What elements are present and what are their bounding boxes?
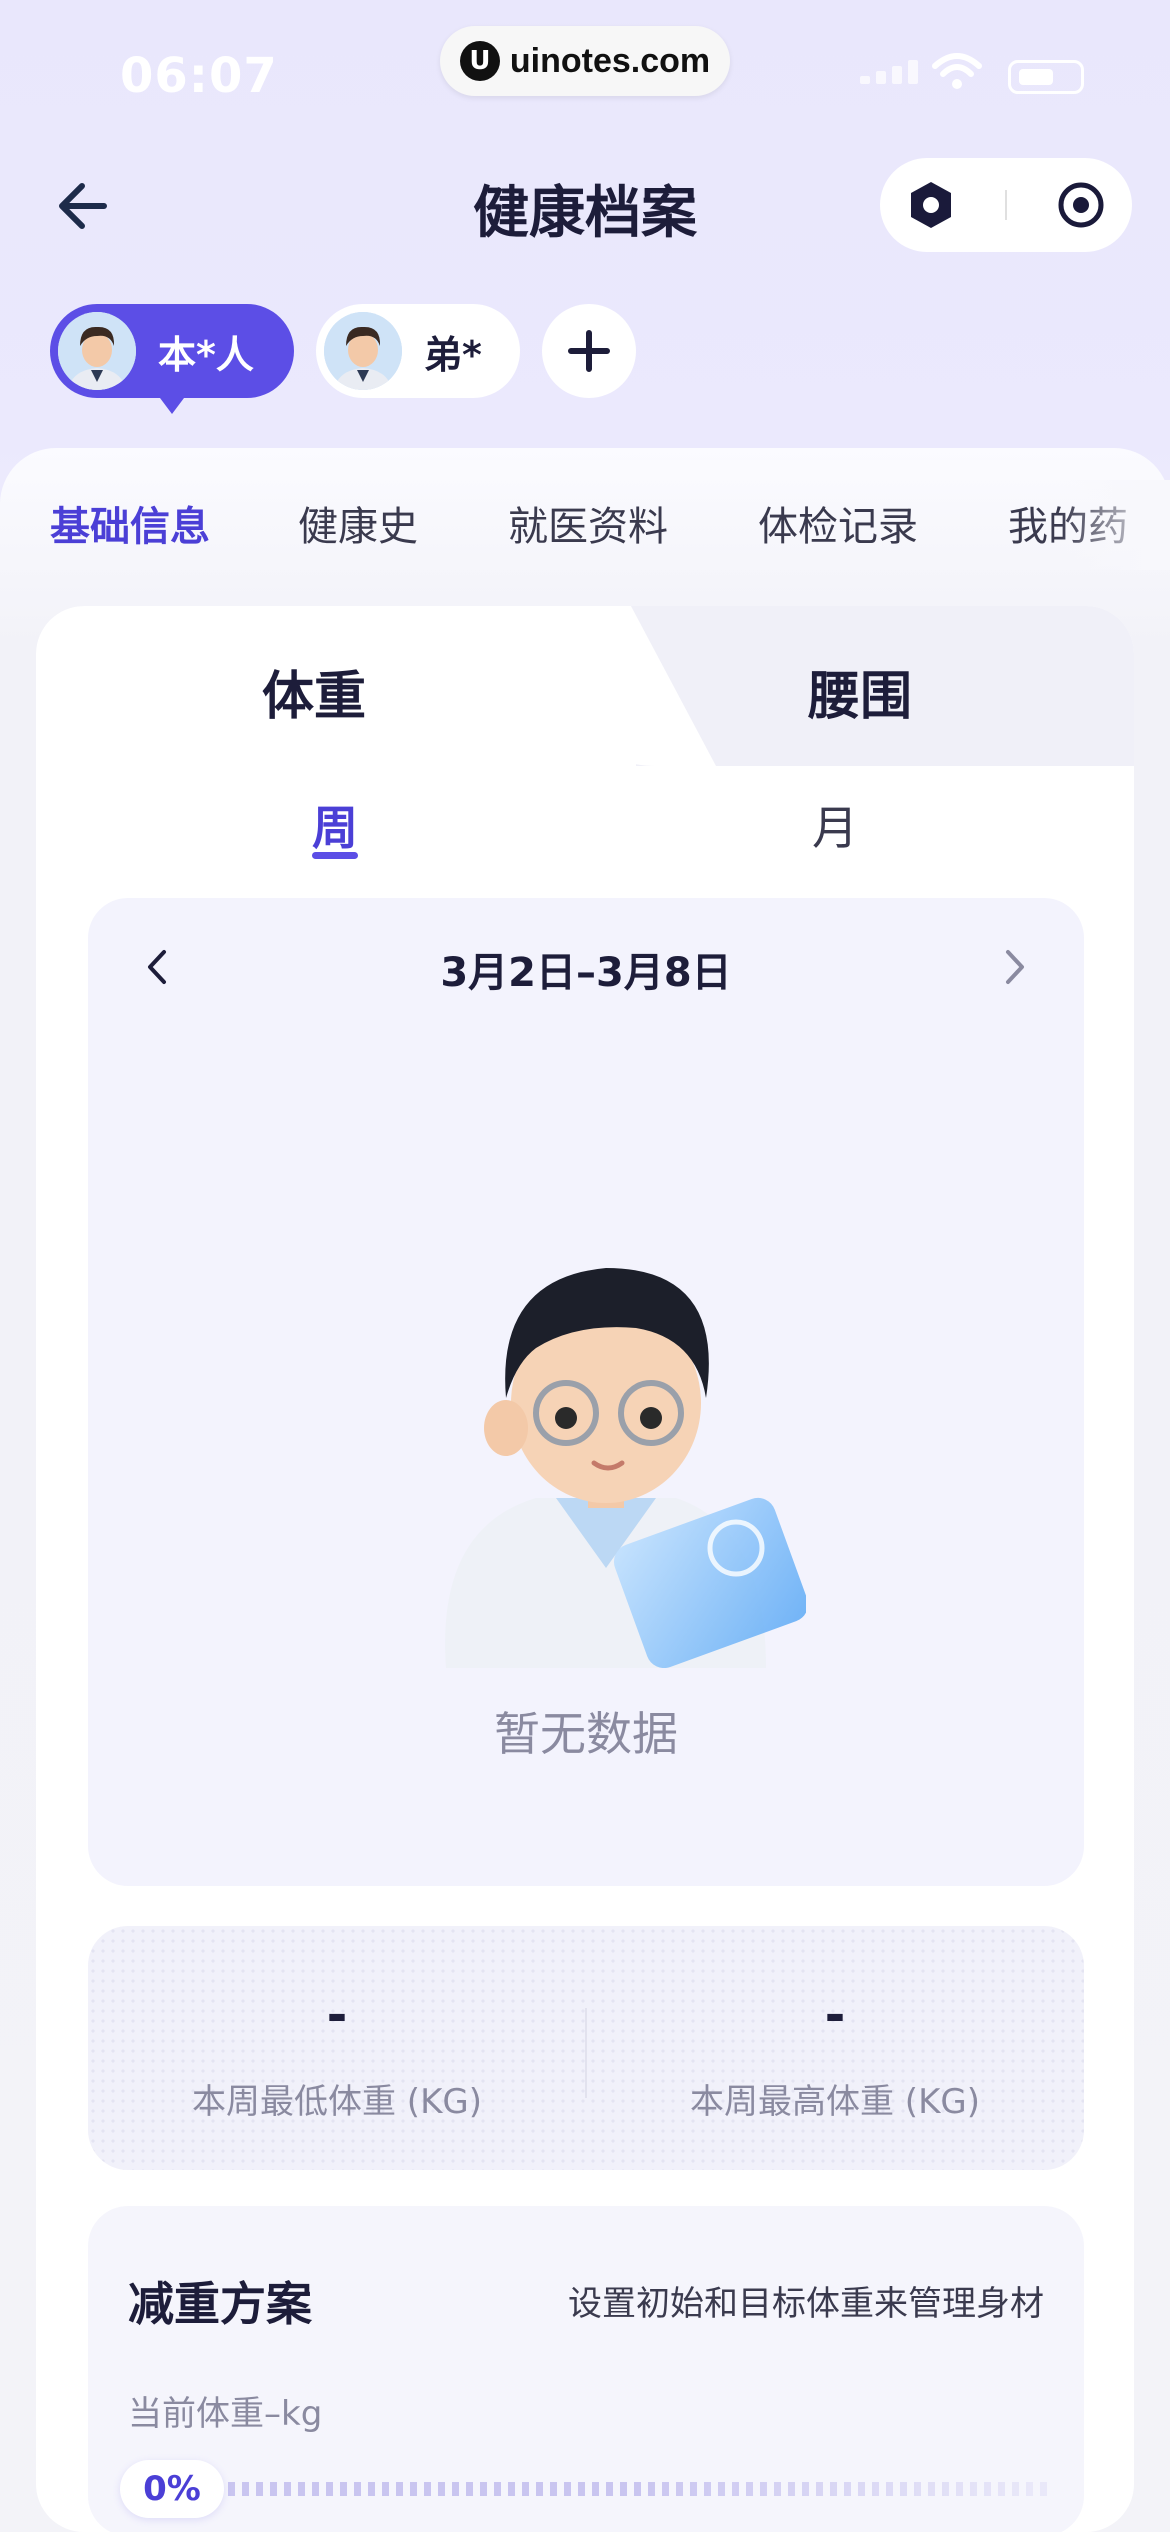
category-tabs: 基础信息 健康史 就医资料 体检记录 我的药 (0, 494, 1170, 554)
segment-bottom (36, 766, 1134, 806)
active-profile-pointer (154, 390, 190, 414)
doctor-illustration (445, 1268, 806, 1668)
menu-button[interactable] (904, 178, 958, 232)
stat-max-label: 本周最高体重 (KG) (690, 2082, 980, 2122)
chart-area: 3月2日–3月8日 暂无数据 (88, 898, 1084, 1886)
profile-name: 本*人 (158, 332, 254, 377)
stat-max-weight: - 本周最高体重 (KG) (586, 1986, 1084, 2123)
period-underline (312, 852, 358, 859)
status-time: 06:07 (120, 48, 278, 104)
profile-chip-self[interactable]: 本*人 (50, 304, 294, 398)
add-profile-button[interactable] (542, 304, 636, 398)
capsule-divider (1004, 190, 1007, 220)
mini-program-capsule (880, 158, 1132, 252)
close-target-icon (1058, 182, 1104, 228)
tabs-fade (1060, 480, 1170, 570)
plan-title: 减重方案 (128, 2277, 312, 2331)
close-button[interactable] (1054, 178, 1108, 232)
plan-subtitle[interactable]: 设置初始和目标体重来管理身材 (568, 2276, 1044, 2325)
page-title: 健康档案 (473, 181, 697, 246)
empty-state-text: 暂无数据 (494, 1707, 678, 1761)
watermark-text: uinotes.com (509, 41, 711, 80)
avatar-icon (58, 312, 136, 390)
profile-chip-brother[interactable]: 弟* (316, 304, 520, 398)
tab-weight[interactable]: 体重 (262, 654, 366, 729)
avatar-icon (324, 312, 402, 390)
back-arrow-icon[interactable] (54, 176, 114, 236)
weight-card: 体重 腰围 周 月 3月2日–3月8日 暂无数据 - 本周最低体重 (KG) -… (36, 606, 1134, 2532)
weight-loss-plan[interactable]: 减重方案 设置初始和目标体重来管理身材 当前体重–kg 0% (88, 2206, 1084, 2532)
battery-icon (1008, 60, 1084, 94)
stat-max-value: - (824, 1986, 846, 2044)
cellular-signal-icon (860, 60, 918, 84)
weekly-stats: - 本周最低体重 (KG) - 本周最高体重 (KG) (88, 1926, 1084, 2170)
stat-min-weight: - 本周最低体重 (KG) (88, 1986, 586, 2123)
period-week[interactable]: 周 (312, 792, 358, 858)
stat-min-label: 本周最低体重 (KG) (192, 2082, 482, 2122)
progress-indicator: 0% (120, 2460, 224, 2518)
menu-dot-icon (910, 182, 951, 228)
progress-track (228, 2482, 1048, 2496)
chevron-right-icon[interactable] (994, 942, 1034, 992)
period-month[interactable]: 月 (812, 792, 858, 858)
wifi-icon (932, 53, 982, 89)
watermark-logo-icon: U (459, 41, 500, 81)
watermark-badge: U uinotes.com (440, 26, 730, 96)
tab-health-history[interactable]: 健康史 (298, 494, 418, 552)
plus-icon (568, 330, 610, 372)
profile-name: 弟* (424, 332, 482, 377)
stat-min-value: - (326, 1986, 348, 2044)
tab-checkup-records[interactable]: 体检记录 (758, 494, 918, 552)
tab-basic-info[interactable]: 基础信息 (50, 494, 210, 552)
date-range: 3月2日–3月8日 (440, 950, 732, 996)
current-weight-label: 当前体重–kg (128, 2394, 323, 2434)
tab-medical-records[interactable]: 就医资料 (508, 494, 668, 552)
tab-waist[interactable]: 腰围 (808, 654, 912, 729)
